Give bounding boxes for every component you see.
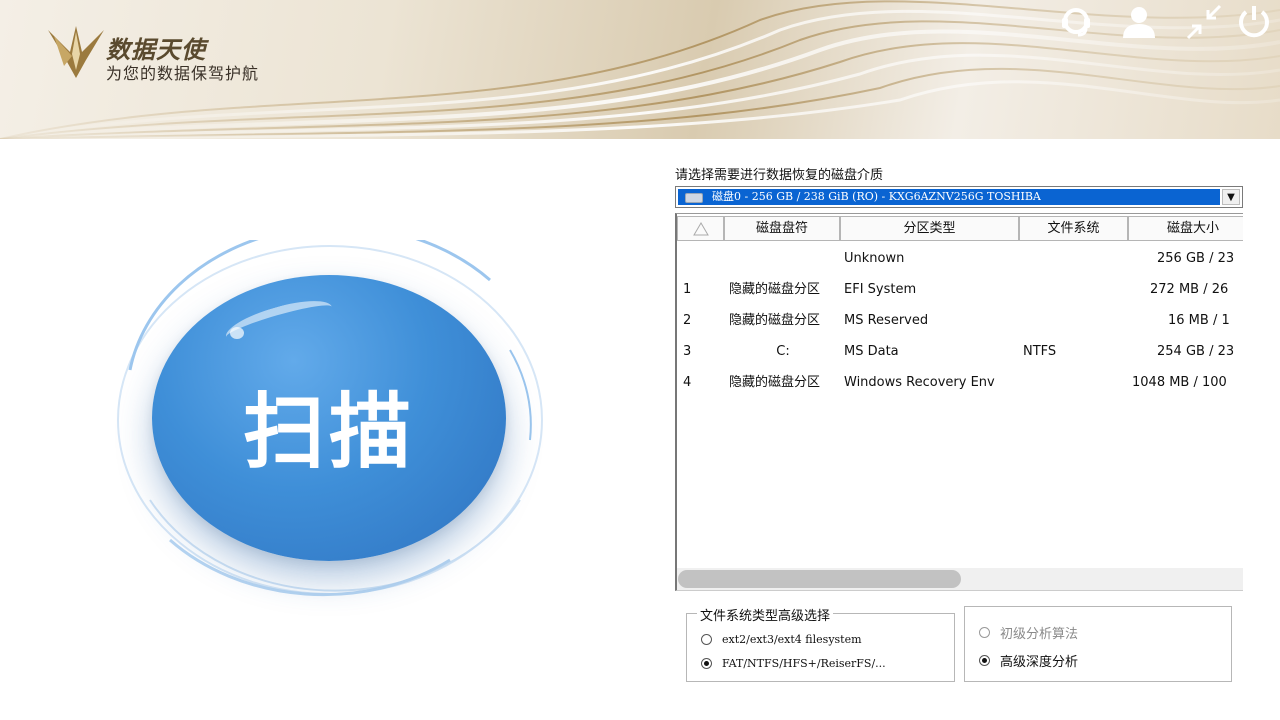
column-header-type[interactable]: 分区类型 (840, 216, 1019, 241)
dropdown-arrow-icon[interactable]: ▼ (1222, 189, 1240, 205)
analysis-option-label: 初级分析算法 (1000, 626, 1079, 642)
row-number: 2 (683, 313, 692, 328)
analysis-option-label: 高级深度分析 (1000, 654, 1079, 670)
fs-type-group-legend: 文件系统类型高级选择 (697, 605, 834, 624)
horizontal-scrollbar-thumb[interactable] (678, 570, 961, 588)
row-number: 3 (683, 344, 692, 359)
user-icon[interactable] (1119, 2, 1159, 42)
table-row[interactable]: Unknown 256 GB / 23 (677, 243, 1243, 274)
row-letter: 隐藏的磁盘分区 (729, 313, 821, 328)
row-size: 272 MB / 26 (1150, 282, 1229, 297)
row-letter: 隐藏的磁盘分区 (729, 375, 821, 390)
row-type: EFI System (844, 282, 917, 297)
table-row[interactable]: 1 隐藏的磁盘分区 EFI System 272 MB / 26 (677, 274, 1243, 305)
analysis-option-basic[interactable]: 初级分析算法 (979, 623, 1079, 642)
fs-option-label: ext2/ext3/ext4 filesystem (722, 632, 862, 646)
scan-gloss-dot (230, 327, 244, 339)
column-header-size[interactable]: 磁盘大小 (1128, 216, 1243, 241)
scan-button[interactable]: 扫描 (152, 275, 506, 561)
radio-button[interactable] (979, 626, 990, 638)
row-letter: C: (776, 344, 790, 359)
support-headset-icon[interactable] (1056, 2, 1096, 42)
scan-button-label: 扫描 (242, 385, 415, 480)
row-size: 16 MB / 1 (1168, 313, 1230, 328)
disk-select-caption: 请选择需要进行数据恢复的磁盘介质 (675, 168, 884, 183)
row-number: 4 (683, 375, 692, 390)
disk-select-value: 磁盘0 - 256 GB / 238 GiB (RO) - KXG6AZNV25… (712, 190, 1041, 203)
power-icon[interactable] (1234, 2, 1274, 42)
analysis-mode-group: 初级分析算法 高级深度分析 (964, 606, 1232, 682)
column-header-sort[interactable] (677, 216, 724, 241)
horizontal-scrollbar[interactable] (677, 568, 1243, 590)
fs-type-group: 文件系统类型高级选择 ext2/ext3/ext4 filesystem FAT… (686, 605, 955, 682)
sort-triangle-icon (692, 222, 709, 236)
app-header: 数据天使 为您的数据保驾护航 (0, 0, 1280, 139)
row-type: MS Data (844, 344, 899, 359)
table-row[interactable]: 3 C: MS Data NTFS 254 GB / 23 (677, 336, 1243, 367)
fs-option-ext[interactable]: ext2/ext3/ext4 filesystem (701, 630, 862, 648)
radio-button[interactable] (701, 633, 712, 645)
column-header-letter[interactable]: 磁盘盘符 (724, 216, 840, 241)
disk-select-value-box: 磁盘0 - 256 GB / 238 GiB (RO) - KXG6AZNV25… (678, 189, 1220, 205)
row-size: 1048 MB / 100 (1132, 375, 1227, 390)
scan-gloss-highlight (221, 292, 337, 352)
angel-logo-icon (48, 26, 104, 78)
row-size: 256 GB / 23 (1157, 251, 1235, 266)
brand-subtitle: 为您的数据保驾护航 (106, 64, 260, 83)
table-row[interactable]: 4 隐藏的磁盘分区 Windows Recovery Env 1048 MB /… (677, 367, 1243, 398)
radio-button-selected[interactable] (701, 657, 712, 669)
column-header-fs[interactable]: 文件系统 (1019, 216, 1128, 241)
partition-table: 磁盘盘符 分区类型 文件系统 磁盘大小 Unknown 256 GB / 23 … (675, 213, 1243, 591)
row-type: Windows Recovery Env (844, 375, 995, 390)
row-type: Unknown (844, 251, 905, 266)
fs-option-fat-ntfs[interactable]: FAT/NTFS/HFS+/ReiserFS/... (701, 654, 886, 672)
row-number: 1 (683, 282, 692, 297)
row-size: 254 GB / 23 (1157, 344, 1235, 359)
row-fs: NTFS (1023, 344, 1057, 359)
disk-select-dropdown[interactable]: 磁盘0 - 256 GB / 238 GiB (RO) - KXG6AZNV25… (675, 186, 1243, 208)
radio-button-selected[interactable] (979, 654, 990, 666)
minimize-arrows-icon[interactable] (1184, 2, 1224, 42)
partition-table-header: 磁盘盘符 分区类型 文件系统 磁盘大小 (677, 214, 1243, 242)
row-letter: 隐藏的磁盘分区 (729, 282, 821, 297)
row-type: MS Reserved (844, 313, 929, 328)
table-row[interactable]: 2 隐藏的磁盘分区 MS Reserved 16 MB / 1 (677, 305, 1243, 336)
fs-option-label: FAT/NTFS/HFS+/ReiserFS/... (722, 656, 886, 670)
hard-drive-icon (685, 193, 703, 203)
analysis-option-deep[interactable]: 高级深度分析 (979, 651, 1079, 670)
